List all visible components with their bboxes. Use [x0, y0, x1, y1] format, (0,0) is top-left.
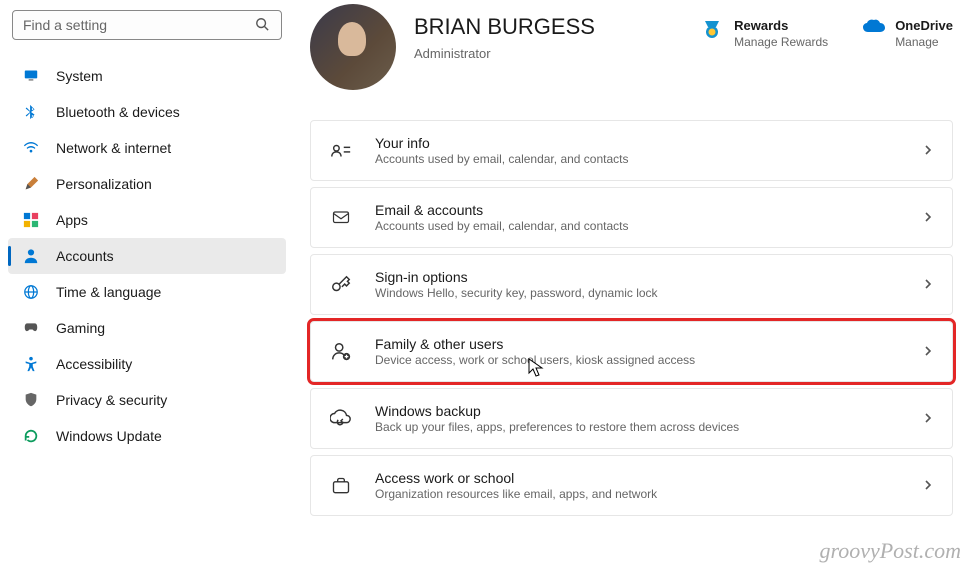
search-box[interactable] [12, 10, 282, 40]
family-icon [329, 340, 353, 364]
sidebar-item-label: Windows Update [56, 428, 162, 444]
briefcase-icon [329, 474, 353, 498]
rewards-link[interactable]: Rewards Manage Rewards [701, 18, 828, 49]
onedrive-title: OneDrive [895, 18, 953, 33]
apps-icon [22, 211, 40, 229]
card-sign-in-options[interactable]: Sign-in options Windows Hello, security … [310, 254, 953, 315]
card-title: Access work or school [375, 470, 900, 486]
sidebar-item-label: Bluetooth & devices [56, 104, 180, 120]
chevron-right-icon [922, 411, 934, 427]
avatar [310, 4, 396, 90]
monitor-icon [22, 67, 40, 85]
sidebar-item-label: Network & internet [56, 140, 171, 156]
sidebar-item-apps[interactable]: Apps [8, 202, 286, 238]
chevron-right-icon [922, 210, 934, 226]
chevron-right-icon [922, 277, 934, 293]
card-title: Your info [375, 135, 900, 151]
sidebar-item-label: System [56, 68, 103, 84]
onedrive-link[interactable]: OneDrive Manage [862, 18, 953, 49]
watermark: groovyPost.com [819, 538, 961, 564]
sidebar-item-bluetooth[interactable]: Bluetooth & devices [8, 94, 286, 130]
sidebar-item-label: Apps [56, 212, 88, 228]
sidebar-item-label: Accounts [56, 248, 114, 264]
card-title: Email & accounts [375, 202, 900, 218]
sidebar-item-network[interactable]: Network & internet [8, 130, 286, 166]
chevron-right-icon [922, 344, 934, 360]
card-family-other-users[interactable]: Family & other users Device access, work… [310, 321, 953, 382]
sidebar-item-label: Accessibility [56, 356, 132, 372]
shield-icon [22, 391, 40, 409]
sidebar-item-accounts[interactable]: Accounts [8, 238, 286, 274]
backup-icon [329, 407, 353, 431]
account-header: BRIAN BURGESS Administrator Rewards Mana… [310, 0, 953, 90]
gamepad-icon [22, 319, 40, 337]
search-input[interactable] [23, 17, 255, 33]
rewards-title: Rewards [734, 18, 828, 33]
card-title: Sign-in options [375, 269, 900, 285]
card-access-work-school[interactable]: Access work or school Organization resou… [310, 455, 953, 516]
settings-card-list: Your info Accounts used by email, calend… [310, 120, 953, 516]
chevron-right-icon [922, 143, 934, 159]
card-subtitle: Accounts used by email, calendar, and co… [375, 219, 900, 233]
search-icon [255, 17, 271, 33]
card-your-info[interactable]: Your info Accounts used by email, calend… [310, 120, 953, 181]
sidebar-item-privacy[interactable]: Privacy & security [8, 382, 286, 418]
sidebar-nav: System Bluetooth & devices Network & int… [8, 58, 286, 454]
card-subtitle: Organization resources like email, apps,… [375, 487, 900, 501]
update-icon [22, 427, 40, 445]
paintbrush-icon [22, 175, 40, 193]
sidebar-item-label: Privacy & security [56, 392, 167, 408]
user-name: BRIAN BURGESS [414, 14, 683, 40]
sidebar-item-time-language[interactable]: Time & language [8, 274, 286, 310]
person-icon [22, 247, 40, 265]
sidebar-item-system[interactable]: System [8, 58, 286, 94]
card-subtitle: Windows Hello, security key, password, d… [375, 286, 900, 300]
rewards-sub: Manage Rewards [734, 35, 828, 49]
chevron-right-icon [922, 478, 934, 494]
card-subtitle: Back up your files, apps, preferences to… [375, 420, 900, 434]
bluetooth-icon [22, 103, 40, 121]
onedrive-icon [862, 18, 884, 40]
accessibility-icon [22, 355, 40, 373]
card-title: Windows backup [375, 403, 900, 419]
card-subtitle: Device access, work or school users, kio… [375, 353, 900, 367]
user-role: Administrator [414, 46, 683, 61]
sidebar-item-accessibility[interactable]: Accessibility [8, 346, 286, 382]
wifi-icon [22, 139, 40, 157]
sidebar-item-label: Gaming [56, 320, 105, 336]
sidebar-item-label: Personalization [56, 176, 152, 192]
mail-icon [329, 206, 353, 230]
globe-icon [22, 283, 40, 301]
onedrive-sub: Manage [895, 35, 953, 49]
card-subtitle: Accounts used by email, calendar, and co… [375, 152, 900, 166]
sidebar-item-label: Time & language [56, 284, 161, 300]
card-email-accounts[interactable]: Email & accounts Accounts used by email,… [310, 187, 953, 248]
card-windows-backup[interactable]: Windows backup Back up your files, apps,… [310, 388, 953, 449]
card-title: Family & other users [375, 336, 900, 352]
rewards-icon [701, 18, 723, 40]
id-card-icon [329, 139, 353, 163]
sidebar-item-windows-update[interactable]: Windows Update [8, 418, 286, 454]
key-icon [329, 273, 353, 297]
sidebar-item-gaming[interactable]: Gaming [8, 310, 286, 346]
sidebar-item-personalization[interactable]: Personalization [8, 166, 286, 202]
